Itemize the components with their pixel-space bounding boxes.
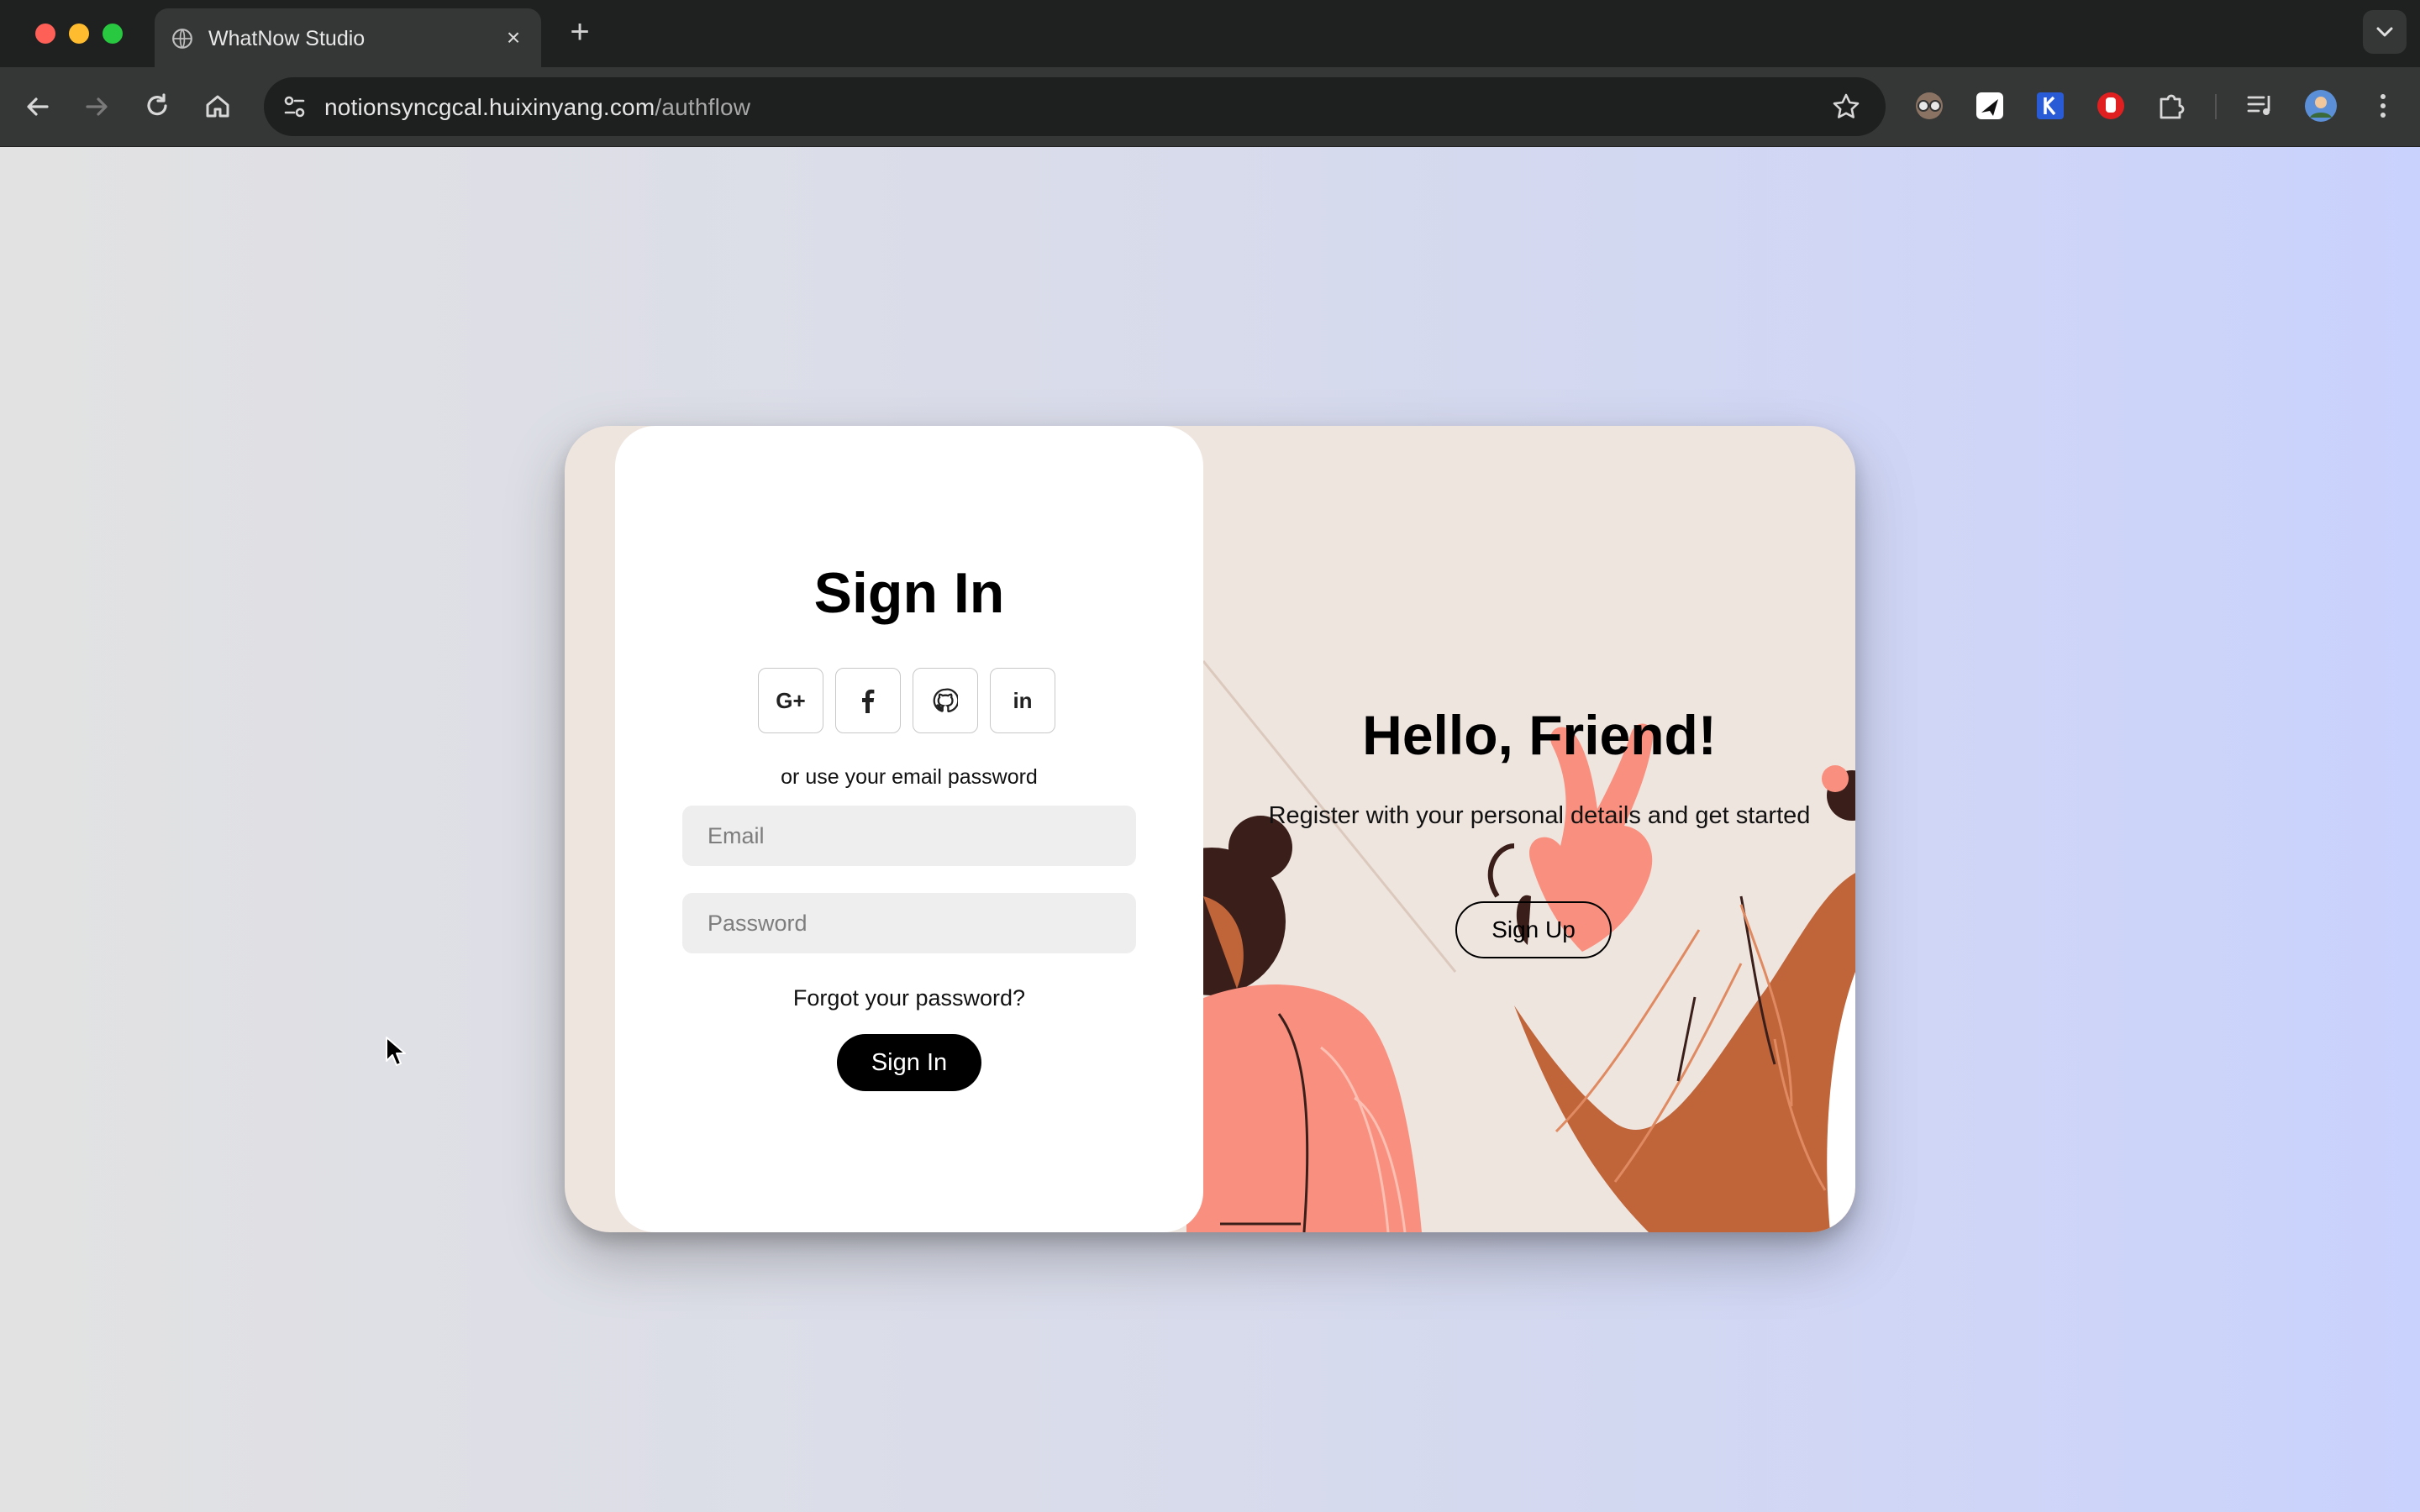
maximize-window-button[interactable] xyxy=(103,24,123,44)
extension-send-icon[interactable] xyxy=(1971,87,2008,124)
page-background: Sign In G+ in or use your email password… xyxy=(0,147,2420,1512)
signup-panel-title: Hello, Friend! xyxy=(1362,704,1717,766)
new-tab-button[interactable]: + xyxy=(563,15,597,49)
forward-icon[interactable] xyxy=(77,87,116,126)
browser-tab-active[interactable]: WhatNow Studio × xyxy=(155,8,541,67)
tab-search-button[interactable] xyxy=(2363,10,2407,54)
browser-tab-bar: WhatNow Studio × + xyxy=(0,0,2420,67)
reload-icon[interactable] xyxy=(138,87,176,126)
tab-close-icon[interactable]: × xyxy=(501,25,526,50)
extension-stop-icon[interactable] xyxy=(2092,87,2129,124)
globe-icon xyxy=(172,29,192,49)
url-text: notionsyncgcal.huixinyang.com/authflow xyxy=(324,94,750,121)
address-bar[interactable]: notionsyncgcal.huixinyang.com/authflow xyxy=(264,77,1886,136)
signin-title: Sign In xyxy=(813,561,1005,625)
auth-card: Sign In G+ in or use your email password… xyxy=(565,426,1855,1232)
extensions-puzzle-icon[interactable] xyxy=(2153,87,2190,124)
tab-title: WhatNow Studio xyxy=(208,27,366,50)
browser-toolbar: notionsyncgcal.huixinyang.com/authflow xyxy=(0,67,2420,147)
signin-button[interactable]: Sign In xyxy=(837,1034,981,1091)
email-input[interactable] xyxy=(682,806,1136,866)
linkedin-icon: in xyxy=(1013,687,1033,713)
google-plus-icon: G+ xyxy=(776,687,806,713)
linkedin-button[interactable]: in xyxy=(990,668,1055,733)
password-input[interactable] xyxy=(682,893,1136,953)
signup-button[interactable]: Sign Up xyxy=(1455,901,1612,958)
facebook-button[interactable] xyxy=(835,668,901,733)
github-icon xyxy=(933,688,958,713)
profile-avatar[interactable] xyxy=(2302,87,2339,124)
social-login-row: G+ in xyxy=(758,668,1060,735)
minimize-window-button[interactable] xyxy=(69,24,89,44)
home-icon[interactable] xyxy=(198,87,237,126)
github-button[interactable] xyxy=(913,668,978,733)
media-control-icon[interactable] xyxy=(2242,87,2279,124)
toolbar-separator xyxy=(2215,94,2217,119)
back-icon[interactable] xyxy=(18,87,57,126)
facebook-icon xyxy=(862,689,875,713)
extension-k-icon[interactable] xyxy=(2032,87,2069,124)
url-domain: notionsyncgcal.huixinyang.com xyxy=(324,94,655,120)
browser-menu-icon[interactable] xyxy=(2365,87,2402,124)
email-option-text: or use your email password xyxy=(781,765,1038,789)
url-path: /authflow xyxy=(655,94,751,120)
chevron-down-icon xyxy=(2376,27,2393,37)
bookmark-star-icon[interactable] xyxy=(1830,91,1862,123)
site-settings-icon[interactable] xyxy=(277,89,313,124)
signin-form-panel: Sign In G+ in or use your email password… xyxy=(615,426,1203,1232)
signup-panel-subtitle: Register with your personal details and … xyxy=(1268,802,1811,829)
forgot-password-link[interactable]: Forgot your password? xyxy=(615,985,1203,1011)
extension-glasses-icon[interactable] xyxy=(1911,87,1948,124)
close-window-button[interactable] xyxy=(35,24,55,44)
google-plus-button[interactable]: G+ xyxy=(758,668,823,733)
mouse-cursor-icon xyxy=(386,1037,406,1066)
